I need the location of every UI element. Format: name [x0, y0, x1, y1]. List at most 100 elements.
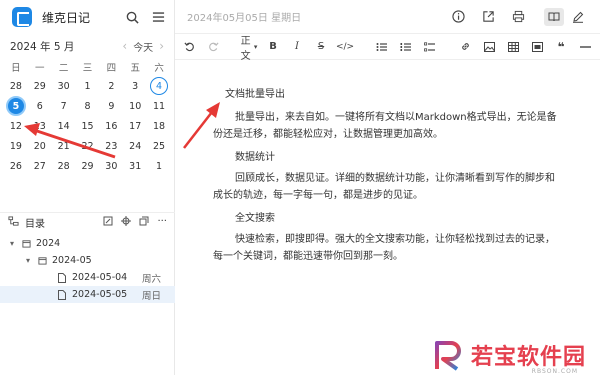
- calendar-day[interactable]: 29: [76, 156, 100, 176]
- chevron-down-icon: ▾: [10, 239, 15, 248]
- calendar-day[interactable]: 19: [4, 136, 28, 156]
- calendar-day[interactable]: 30: [99, 156, 123, 176]
- search-icon[interactable]: [124, 9, 140, 25]
- calendar-day[interactable]: 7: [52, 96, 76, 116]
- watermark: 若宝软件园: [433, 339, 586, 371]
- prev-month-icon[interactable]: ‹: [122, 39, 127, 53]
- calendar-day[interactable]: 14: [52, 116, 76, 136]
- strikethrough-icon[interactable]: S: [315, 40, 327, 54]
- calendar-day[interactable]: 27: [28, 156, 52, 176]
- calendar-day-label: 19: [9, 140, 22, 152]
- calendar-day[interactable]: 15: [76, 116, 100, 136]
- calendar-day-label: 16: [105, 120, 118, 132]
- calendar-day[interactable]: 18: [147, 116, 171, 136]
- calendar-day[interactable]: 10: [123, 96, 147, 116]
- code-block-icon[interactable]: [531, 40, 543, 54]
- read-mode-icon[interactable]: [544, 7, 564, 26]
- calendar-day-label: 31: [129, 160, 142, 172]
- calendar-day-label: 25: [153, 140, 166, 152]
- more-icon[interactable]: ···: [157, 216, 167, 229]
- calendar-weekday: 五: [130, 63, 140, 74]
- calendar-day[interactable]: 2: [99, 76, 123, 96]
- calendar-day[interactable]: 30: [52, 76, 76, 96]
- horizontal-rule-icon[interactable]: [579, 40, 591, 54]
- share-icon[interactable]: [480, 9, 496, 25]
- calendar-day-label: 1: [84, 80, 91, 92]
- calendar-day-label: 26: [9, 160, 22, 172]
- app-title: 维克日记: [42, 10, 91, 25]
- locate-icon[interactable]: [121, 216, 132, 229]
- calendar-day[interactable]: 6: [28, 96, 52, 116]
- bullet-list-icon[interactable]: [375, 40, 387, 54]
- calendar-day[interactable]: 4: [147, 76, 171, 96]
- tree-item-year[interactable]: ▾ 2024: [0, 235, 175, 252]
- section-body: 快速检索，即搜即得。强大的全文搜索功能，让你轻松找到过去的记录，每一个关键词，都…: [213, 234, 555, 262]
- calendar-day[interactable]: 9: [99, 96, 123, 116]
- calendar-day[interactable]: 8: [76, 96, 100, 116]
- calendar-day[interactable]: 1: [147, 156, 171, 176]
- calendar-weekday: 四: [106, 63, 117, 74]
- calendar-day[interactable]: 28: [52, 156, 76, 176]
- calendar-day[interactable]: 16: [99, 116, 123, 136]
- menu-icon[interactable]: [150, 9, 166, 25]
- info-icon[interactable]: [450, 9, 466, 25]
- calendar-day-label: 29: [33, 80, 46, 92]
- new-doc-icon[interactable]: [103, 216, 113, 229]
- calendar-day-label: 24: [129, 140, 142, 152]
- tree-item-month[interactable]: ▾ 2024-05: [0, 252, 175, 269]
- calendar-day[interactable]: 25: [147, 136, 171, 156]
- bold-icon[interactable]: B: [267, 40, 279, 54]
- undo-icon[interactable]: [183, 40, 195, 54]
- calendar-weekday: 二: [58, 63, 69, 74]
- tree-doc-item-active[interactable]: 2024-05-05 周日: [0, 286, 175, 303]
- calendar-day[interactable]: 17: [123, 116, 147, 136]
- calendar-day[interactable]: 28: [4, 76, 28, 96]
- document-icon: [56, 272, 68, 283]
- calendar-day-label: 10: [129, 100, 142, 112]
- calendar-day[interactable]: 11: [147, 96, 171, 116]
- calendar-day[interactable]: 21: [52, 136, 76, 156]
- document-content[interactable]: 文档批量导出 批量导出，来去自如。一键将所有文档以Markdown格式导出，无论…: [213, 86, 558, 271]
- link-icon[interactable]: [459, 40, 471, 54]
- calendar-day[interactable]: 12: [4, 116, 28, 136]
- paragraph-style-select[interactable]: 正文 ▾: [241, 36, 258, 62]
- calendar-day[interactable]: 29: [28, 76, 52, 96]
- calendar-day[interactable]: 24: [123, 136, 147, 156]
- chevron-down-icon: ▾: [253, 42, 258, 51]
- calendar-day[interactable]: 22: [76, 136, 100, 156]
- print-icon[interactable]: [510, 9, 526, 25]
- calendar-day[interactable]: 13: [28, 116, 52, 136]
- calendar-day-label: 29: [81, 160, 94, 172]
- tree-header: 目录 ···: [0, 212, 175, 232]
- calendar-day-label: 30: [105, 160, 118, 172]
- calendar-day-label: 23: [105, 140, 118, 152]
- tree-doc-item[interactable]: 2024-05-04 周六: [0, 269, 175, 286]
- quote-icon[interactable]: ❝: [555, 40, 567, 54]
- calendar-grid: 日一二三四五六 28 29 30 1 2 3 4 5 6 7 8 9 10 11 12 13 14 15 16 17 18…: [0, 58, 175, 176]
- image-icon[interactable]: [483, 40, 495, 54]
- calendar-day-label: 6: [36, 100, 43, 112]
- editor-topbar: 2024年05月05日 星期日: [175, 0, 600, 34]
- calendar-day-label: 21: [57, 140, 70, 152]
- today-button[interactable]: 今天: [133, 39, 153, 54]
- code-icon[interactable]: </>: [336, 40, 354, 54]
- calendar-day[interactable]: 3: [123, 76, 147, 96]
- ordered-list-icon[interactable]: [399, 40, 411, 54]
- calendar-day[interactable]: 26: [4, 156, 28, 176]
- redo-icon[interactable]: [207, 40, 219, 54]
- calendar-day-label: 17: [129, 120, 142, 132]
- task-list-icon[interactable]: [423, 40, 435, 54]
- italic-icon[interactable]: I: [291, 40, 303, 54]
- calendar-day[interactable]: 20: [28, 136, 52, 156]
- calendar-day-label: 30: [57, 80, 70, 92]
- edit-mode-icon[interactable]: [568, 8, 588, 26]
- next-month-icon[interactable]: ›: [159, 39, 164, 53]
- app-logo-icon: [12, 7, 32, 27]
- calendar-day[interactable]: 5: [4, 96, 28, 116]
- collapse-icon[interactable]: [139, 216, 149, 229]
- calendar-day[interactable]: 1: [76, 76, 100, 96]
- table-icon[interactable]: [507, 40, 519, 54]
- doc-title: 2024年05月05日 星期日: [187, 13, 302, 24]
- calendar-day[interactable]: 31: [123, 156, 147, 176]
- calendar-day[interactable]: 23: [99, 136, 123, 156]
